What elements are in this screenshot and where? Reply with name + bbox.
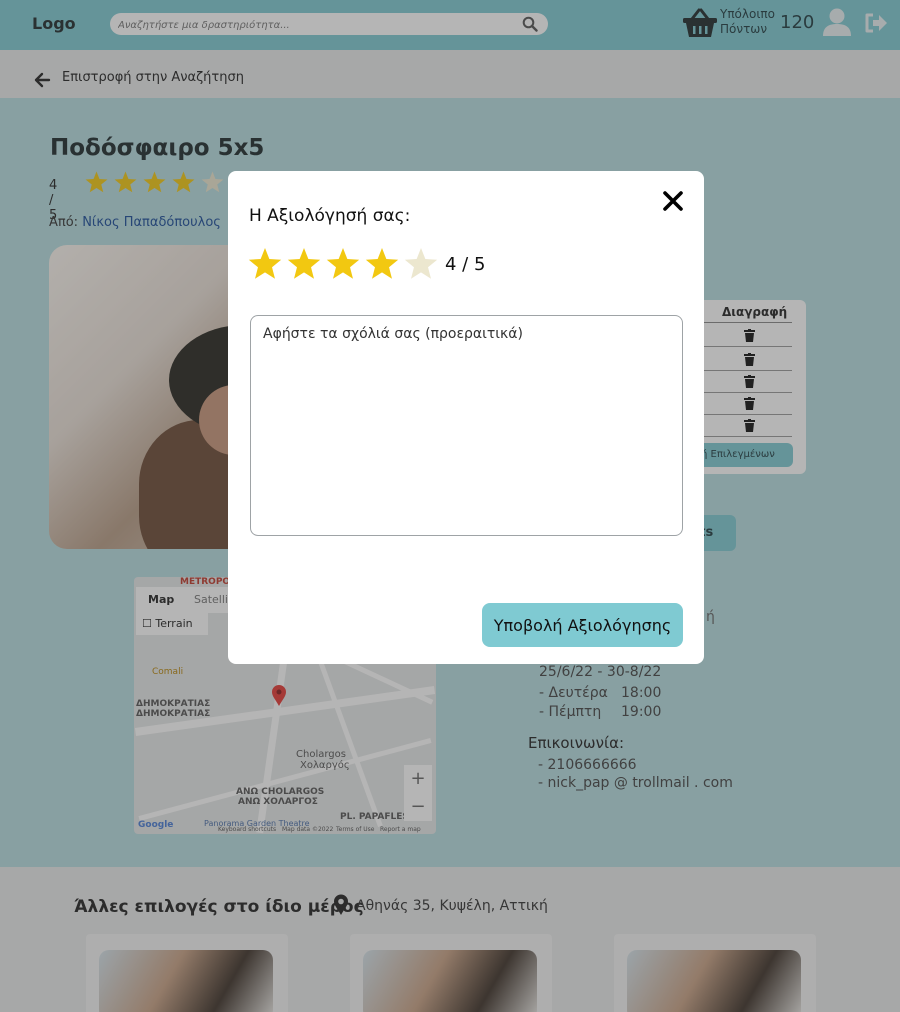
star-filled-icon[interactable] (248, 248, 282, 279)
comment-textarea[interactable] (250, 315, 683, 536)
modal-title: Η Αξιολόγησή σας: (249, 206, 411, 226)
star-empty-icon[interactable] (404, 248, 438, 279)
submit-rating-button[interactable]: Υποβολή Αξιολόγησης (482, 603, 683, 647)
rating-stars-input[interactable] (246, 245, 441, 283)
modal-score: 4 / 5 (445, 254, 486, 275)
star-filled-icon[interactable] (326, 248, 360, 279)
star-filled-icon[interactable] (365, 248, 399, 279)
close-icon[interactable] (662, 190, 684, 212)
star-filled-icon[interactable] (287, 248, 321, 279)
